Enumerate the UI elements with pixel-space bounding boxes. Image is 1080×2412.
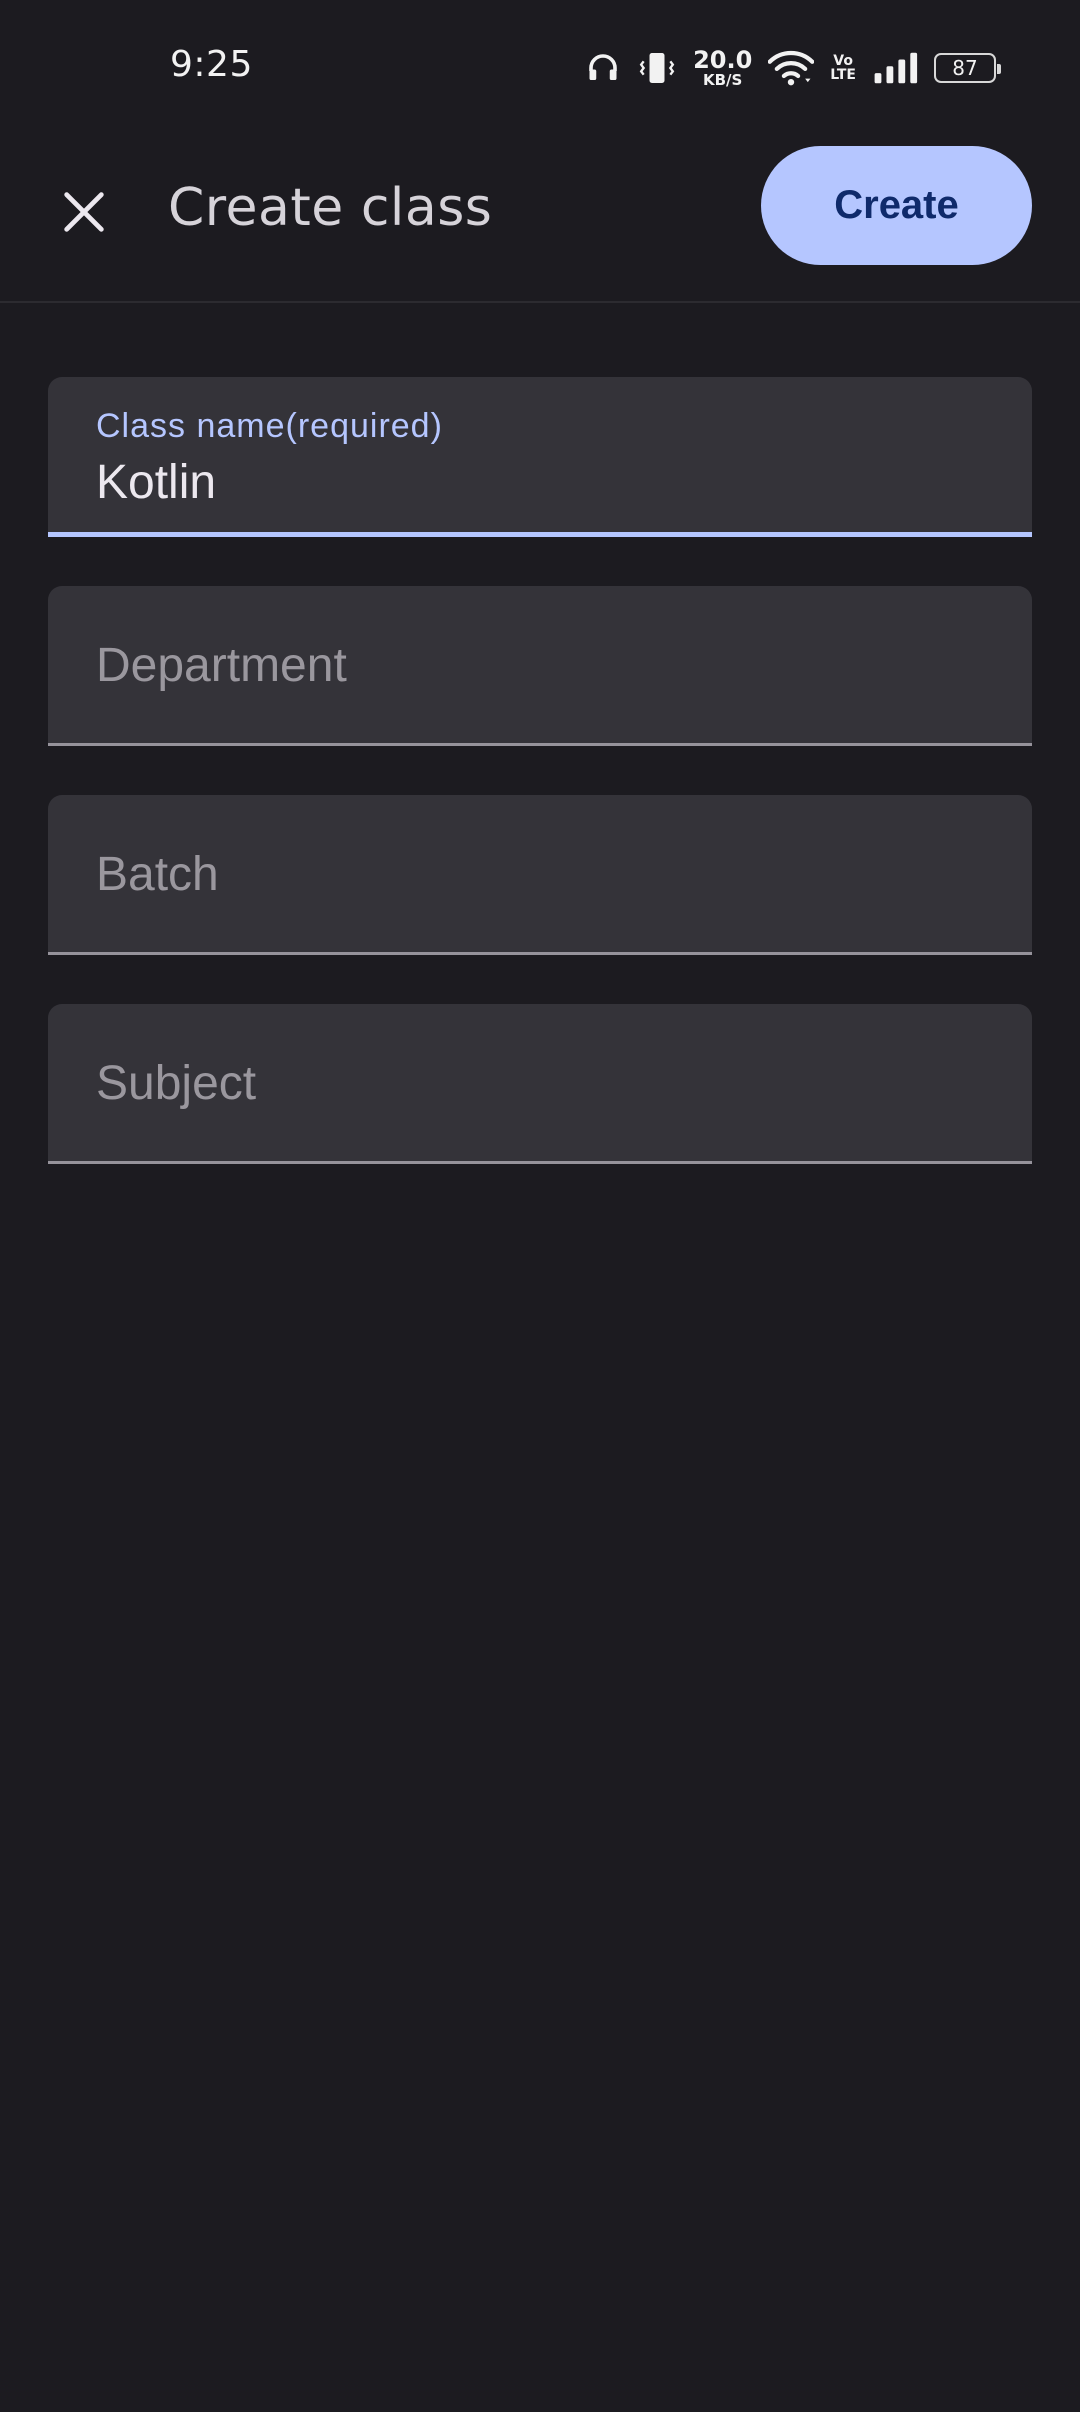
page-title: Create class [168,178,493,238]
vibrate-icon [637,48,677,88]
class-name-label: Class name(required) [96,407,443,445]
volte-icon: Vo LTE [830,53,856,83]
battery-level: 87 [952,56,978,80]
status-icons: 20.0 KB/S Vo LTE 87 [585,46,1001,90]
headphones-icon [585,50,621,86]
batch-field[interactable]: Batch [48,795,1032,955]
class-name-field[interactable]: Class name(required) Kotlin [48,377,1032,537]
class-name-value[interactable]: Kotlin [96,455,216,510]
close-icon [64,192,104,232]
wifi-icon [768,48,815,88]
batch-placeholder: Batch [96,848,219,901]
signal-icon [872,51,918,85]
department-placeholder: Department [96,639,347,692]
battery-icon: 87 [934,53,1001,83]
create-button[interactable]: Create [761,146,1032,265]
app-bar: Create class Create [0,138,1080,303]
status-time: 9:25 [170,44,253,85]
subject-field[interactable]: Subject [48,1004,1032,1164]
subject-placeholder: Subject [96,1057,257,1110]
network-speed: 20.0 KB/S [693,46,753,89]
status-bar: 9:25 20.0 KB/S Vo LTE 87 [0,0,1080,138]
department-field[interactable]: Department [48,586,1032,746]
close-button[interactable] [40,168,128,256]
